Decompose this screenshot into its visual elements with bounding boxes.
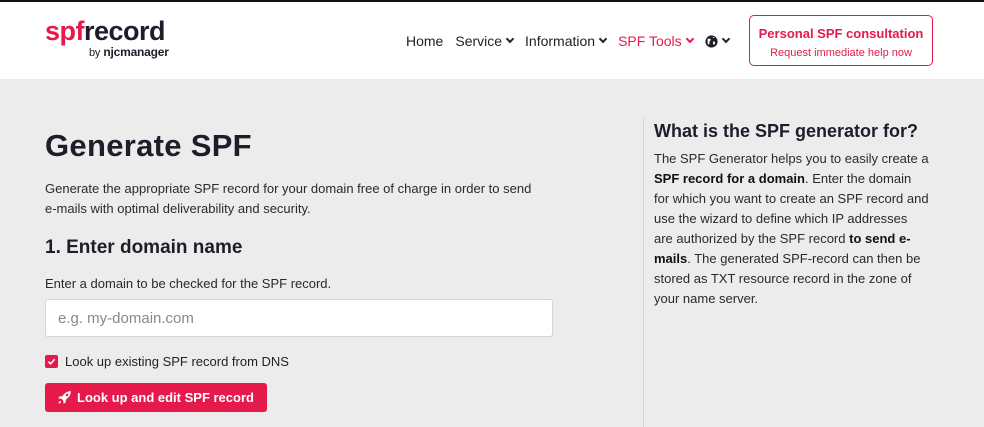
nav-service-label: Service bbox=[455, 33, 503, 49]
checkmark-icon bbox=[47, 358, 56, 365]
logo-company: njcmanager bbox=[103, 45, 169, 59]
nav-information[interactable]: Information bbox=[525, 33, 608, 49]
site-header: spfrecord by njcmanager Home Service Inf… bbox=[0, 2, 984, 79]
language-selector[interactable] bbox=[705, 34, 730, 48]
consultation-subtitle: Request immediate help now bbox=[770, 47, 912, 59]
info-text-bold-1: SPF record for a domain bbox=[654, 171, 805, 186]
nav-information-label: Information bbox=[525, 33, 596, 49]
dns-lookup-label[interactable]: Look up existing SPF record from DNS bbox=[65, 354, 289, 369]
generator-form-section: Generate SPF Generate the appropriate SP… bbox=[45, 128, 565, 412]
chevron-down-icon bbox=[598, 34, 608, 44]
column-divider bbox=[643, 118, 644, 427]
logo-wordmark: spfrecord bbox=[45, 16, 166, 46]
consultation-button[interactable]: Personal SPF consultation Request immedi… bbox=[749, 15, 933, 66]
logo[interactable]: spfrecord by njcmanager bbox=[45, 16, 169, 59]
chevron-down-icon bbox=[685, 34, 694, 44]
nav-service[interactable]: Service bbox=[455, 33, 515, 49]
globe-icon bbox=[705, 34, 718, 48]
consultation-title: Personal SPF consultation bbox=[758, 26, 924, 41]
dns-lookup-checkbox[interactable] bbox=[45, 355, 58, 368]
info-text-part-3: . The generated SPF-record can then be s… bbox=[654, 251, 921, 306]
chevron-down-icon bbox=[505, 34, 515, 44]
lookup-edit-button[interactable]: Look up and edit SPF record bbox=[45, 383, 267, 412]
domain-field-label: Enter a domain to be checked for the SPF… bbox=[45, 276, 332, 291]
step-heading: 1. Enter domain name bbox=[45, 237, 243, 258]
logo-main-text: record bbox=[84, 16, 166, 46]
main-nav: Home Service Information SPF Tools bbox=[406, 33, 741, 49]
chevron-down-icon bbox=[721, 34, 730, 44]
nav-home[interactable]: Home bbox=[406, 33, 443, 49]
dns-lookup-option: Look up existing SPF record from DNS bbox=[45, 354, 565, 369]
logo-by: by bbox=[89, 47, 101, 59]
info-text-part-1: The SPF Generator helps you to easily cr… bbox=[654, 151, 929, 166]
logo-byline: by njcmanager bbox=[89, 45, 169, 59]
domain-input[interactable] bbox=[45, 299, 553, 337]
info-heading: What is the SPF generator for? bbox=[654, 121, 919, 141]
rocket-icon bbox=[58, 391, 71, 404]
nav-home-label: Home bbox=[406, 33, 444, 49]
logo-prefix: spf bbox=[45, 16, 85, 46]
info-text: The SPF Generator helps you to easily cr… bbox=[654, 149, 929, 309]
info-sidebar: What is the SPF generator for? The SPF G… bbox=[654, 120, 929, 309]
lookup-edit-button-label: Look up and edit SPF record bbox=[77, 390, 254, 405]
nav-spf-tools-label: SPF Tools bbox=[618, 33, 682, 49]
nav-spf-tools[interactable]: SPF Tools bbox=[618, 33, 694, 49]
page-title: Generate SPF bbox=[45, 128, 252, 163]
page-intro: Generate the appropriate SPF record for … bbox=[45, 181, 532, 216]
